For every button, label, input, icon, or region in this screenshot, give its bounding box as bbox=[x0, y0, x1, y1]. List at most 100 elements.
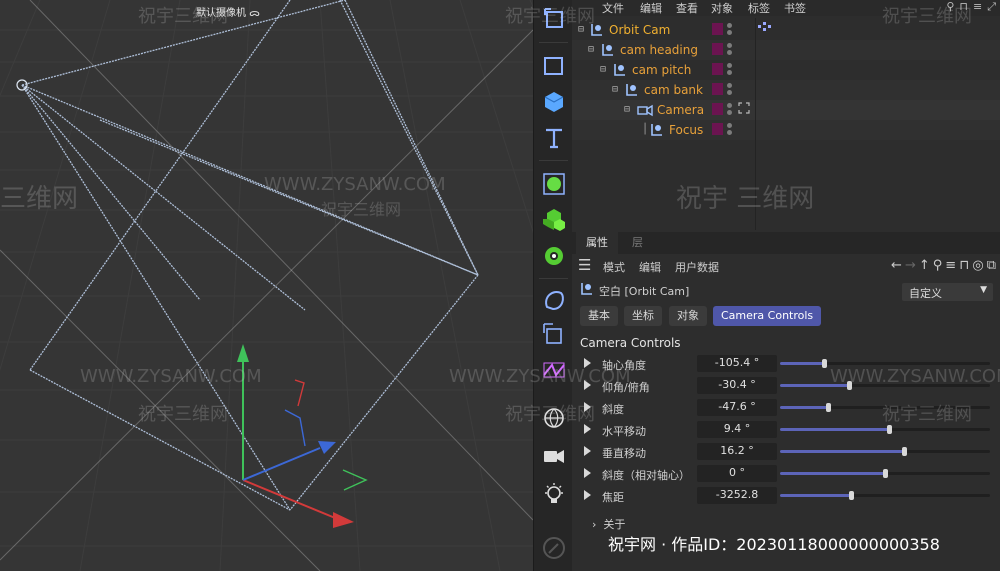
light-icon[interactable] bbox=[537, 478, 570, 510]
param-row: 焦距 -3252.8 bbox=[572, 486, 1000, 506]
param-value-field[interactable]: 16.2 ° bbox=[697, 443, 777, 460]
menu-bookmarks[interactable]: 书签 bbox=[784, 0, 806, 16]
spline-rect-icon[interactable] bbox=[537, 50, 570, 82]
layer-swatch[interactable] bbox=[712, 123, 723, 135]
search-icon[interactable]: ⚲ bbox=[946, 0, 954, 14]
tab-camera-controls[interactable]: Camera Controls bbox=[713, 306, 822, 326]
param-value-field[interactable]: -105.4 ° bbox=[697, 355, 777, 372]
layer-swatch[interactable] bbox=[712, 23, 723, 35]
search-icon[interactable]: ⚲ bbox=[933, 258, 943, 273]
cloner-icon[interactable] bbox=[537, 204, 570, 236]
layer-swatch[interactable] bbox=[712, 63, 723, 75]
keyframe-toggle-icon[interactable] bbox=[584, 424, 591, 434]
cube-icon[interactable] bbox=[537, 86, 570, 118]
param-row: 轴心角度 -105.4 ° bbox=[572, 354, 1000, 374]
target-tag-icon[interactable] bbox=[738, 102, 750, 117]
param-slider[interactable] bbox=[780, 469, 990, 478]
null-icon bbox=[613, 63, 627, 80]
new-window-icon[interactable]: ⧉ bbox=[987, 258, 996, 273]
slider-handle[interactable] bbox=[901, 447, 907, 456]
param-slider[interactable] bbox=[780, 359, 990, 368]
tab-coordinates[interactable]: 坐标 bbox=[624, 306, 662, 326]
object-row-camera[interactable]: ⊟ Camera bbox=[572, 100, 1000, 120]
keyframe-toggle-icon[interactable] bbox=[584, 380, 591, 390]
target-icon[interactable]: ◎ bbox=[972, 258, 983, 273]
deformer-icon[interactable] bbox=[537, 284, 570, 316]
axis-gizmo bbox=[237, 344, 368, 528]
keyframe-toggle-icon[interactable] bbox=[584, 468, 591, 478]
param-slider[interactable] bbox=[780, 381, 990, 390]
keyframe-toggle-icon[interactable] bbox=[584, 402, 591, 412]
param-slider[interactable] bbox=[780, 425, 990, 434]
param-slider[interactable] bbox=[780, 403, 990, 412]
slider-handle[interactable] bbox=[826, 403, 832, 412]
tab-object[interactable]: 对象 bbox=[669, 306, 707, 326]
layer-swatch[interactable] bbox=[712, 83, 723, 95]
object-row-orbit-cam[interactable]: ⊟ Orbit Cam bbox=[572, 20, 1000, 40]
menu-objects[interactable]: 对象 bbox=[711, 0, 733, 16]
menu-user-data[interactable]: 用户数据 bbox=[675, 259, 719, 275]
object-row-cam-bank[interactable]: ⊟ cam bank bbox=[572, 80, 1000, 100]
lock-icon[interactable]: ⊓ bbox=[959, 258, 969, 273]
param-value-field[interactable]: 9.4 ° bbox=[697, 421, 777, 438]
param-slider[interactable] bbox=[780, 447, 990, 456]
slider-handle[interactable] bbox=[849, 491, 855, 500]
menu-tags[interactable]: 标签 bbox=[748, 0, 770, 16]
field-cube-icon[interactable] bbox=[537, 318, 570, 350]
gear-effector-icon[interactable] bbox=[537, 240, 570, 272]
null-icon bbox=[590, 23, 604, 40]
keyframe-toggle-icon[interactable] bbox=[584, 358, 591, 368]
object-row-cam-pitch[interactable]: ⊟ cam pitch bbox=[572, 60, 1000, 80]
chevron-right-icon: › bbox=[592, 518, 597, 531]
slider-handle[interactable] bbox=[847, 381, 853, 390]
back-arrow-icon[interactable]: ← bbox=[891, 258, 902, 273]
about-label: 关于 bbox=[603, 518, 626, 531]
menu-view[interactable]: 查看 bbox=[676, 0, 698, 16]
layer-swatch[interactable] bbox=[712, 103, 723, 115]
3d-viewport[interactable]: 默认摄像机 ᯅ bbox=[0, 0, 533, 571]
camera-object-icon[interactable] bbox=[537, 440, 570, 472]
null-icon bbox=[625, 83, 639, 100]
menu-attr-edit[interactable]: 编辑 bbox=[639, 259, 661, 275]
spline-mask-icon[interactable] bbox=[537, 354, 570, 386]
keyframe-toggle-icon[interactable] bbox=[584, 446, 591, 456]
object-row-cam-heading[interactable]: ⊟ cam heading bbox=[572, 40, 1000, 60]
param-slider[interactable] bbox=[780, 491, 990, 500]
expand-icon[interactable]: ⤢ bbox=[987, 0, 996, 14]
null-icon bbox=[580, 282, 594, 299]
up-arrow-icon[interactable]: ↑ bbox=[919, 258, 930, 273]
slider-handle[interactable] bbox=[822, 359, 828, 368]
param-label: 垂直移动 bbox=[602, 447, 646, 460]
param-label: 斜度（相对轴心） bbox=[602, 469, 690, 482]
sky-icon[interactable] bbox=[537, 402, 570, 434]
param-value-field[interactable]: -30.4 ° bbox=[697, 377, 777, 394]
about-group[interactable]: › 关于 bbox=[592, 516, 625, 532]
param-value-field[interactable]: -3252.8 bbox=[697, 487, 777, 504]
xpresso-tag-icon[interactable] bbox=[758, 22, 772, 35]
tab-basic[interactable]: 基本 bbox=[580, 306, 618, 326]
layer-swatch[interactable] bbox=[712, 43, 723, 55]
tool-settings-icon[interactable] bbox=[537, 532, 570, 564]
menu-file[interactable]: 文件 bbox=[602, 0, 624, 16]
param-value-field[interactable]: -47.6 ° bbox=[697, 399, 777, 416]
generator-icon[interactable] bbox=[537, 168, 570, 200]
forward-arrow-icon[interactable]: → bbox=[905, 258, 916, 273]
camera-view-icon[interactable] bbox=[537, 2, 570, 34]
filter-icon[interactable]: ≡ bbox=[945, 258, 956, 273]
slider-handle[interactable] bbox=[883, 469, 888, 478]
param-label: 轴心角度 bbox=[602, 359, 646, 372]
filter-icon[interactable]: ≡ bbox=[973, 0, 982, 14]
tab-attributes[interactable]: 属性 bbox=[576, 232, 618, 254]
preset-dropdown[interactable]: 自定义 ▼ bbox=[902, 283, 993, 301]
object-row-focus[interactable]: │ Focus bbox=[572, 120, 1000, 140]
menu-edit[interactable]: 编辑 bbox=[640, 0, 662, 16]
param-value: 0 ° bbox=[729, 466, 745, 479]
lock-icon[interactable]: ⊓ bbox=[959, 0, 968, 14]
tab-layers[interactable]: 层 bbox=[622, 232, 653, 254]
slider-handle[interactable] bbox=[887, 425, 893, 434]
hamburger-menu-icon[interactable]: ☰ bbox=[578, 256, 591, 274]
param-value-field[interactable]: 0 ° bbox=[697, 465, 777, 482]
menu-mode[interactable]: 模式 bbox=[603, 259, 625, 275]
keyframe-toggle-icon[interactable] bbox=[584, 490, 591, 500]
text-tool-icon[interactable] bbox=[537, 122, 570, 154]
